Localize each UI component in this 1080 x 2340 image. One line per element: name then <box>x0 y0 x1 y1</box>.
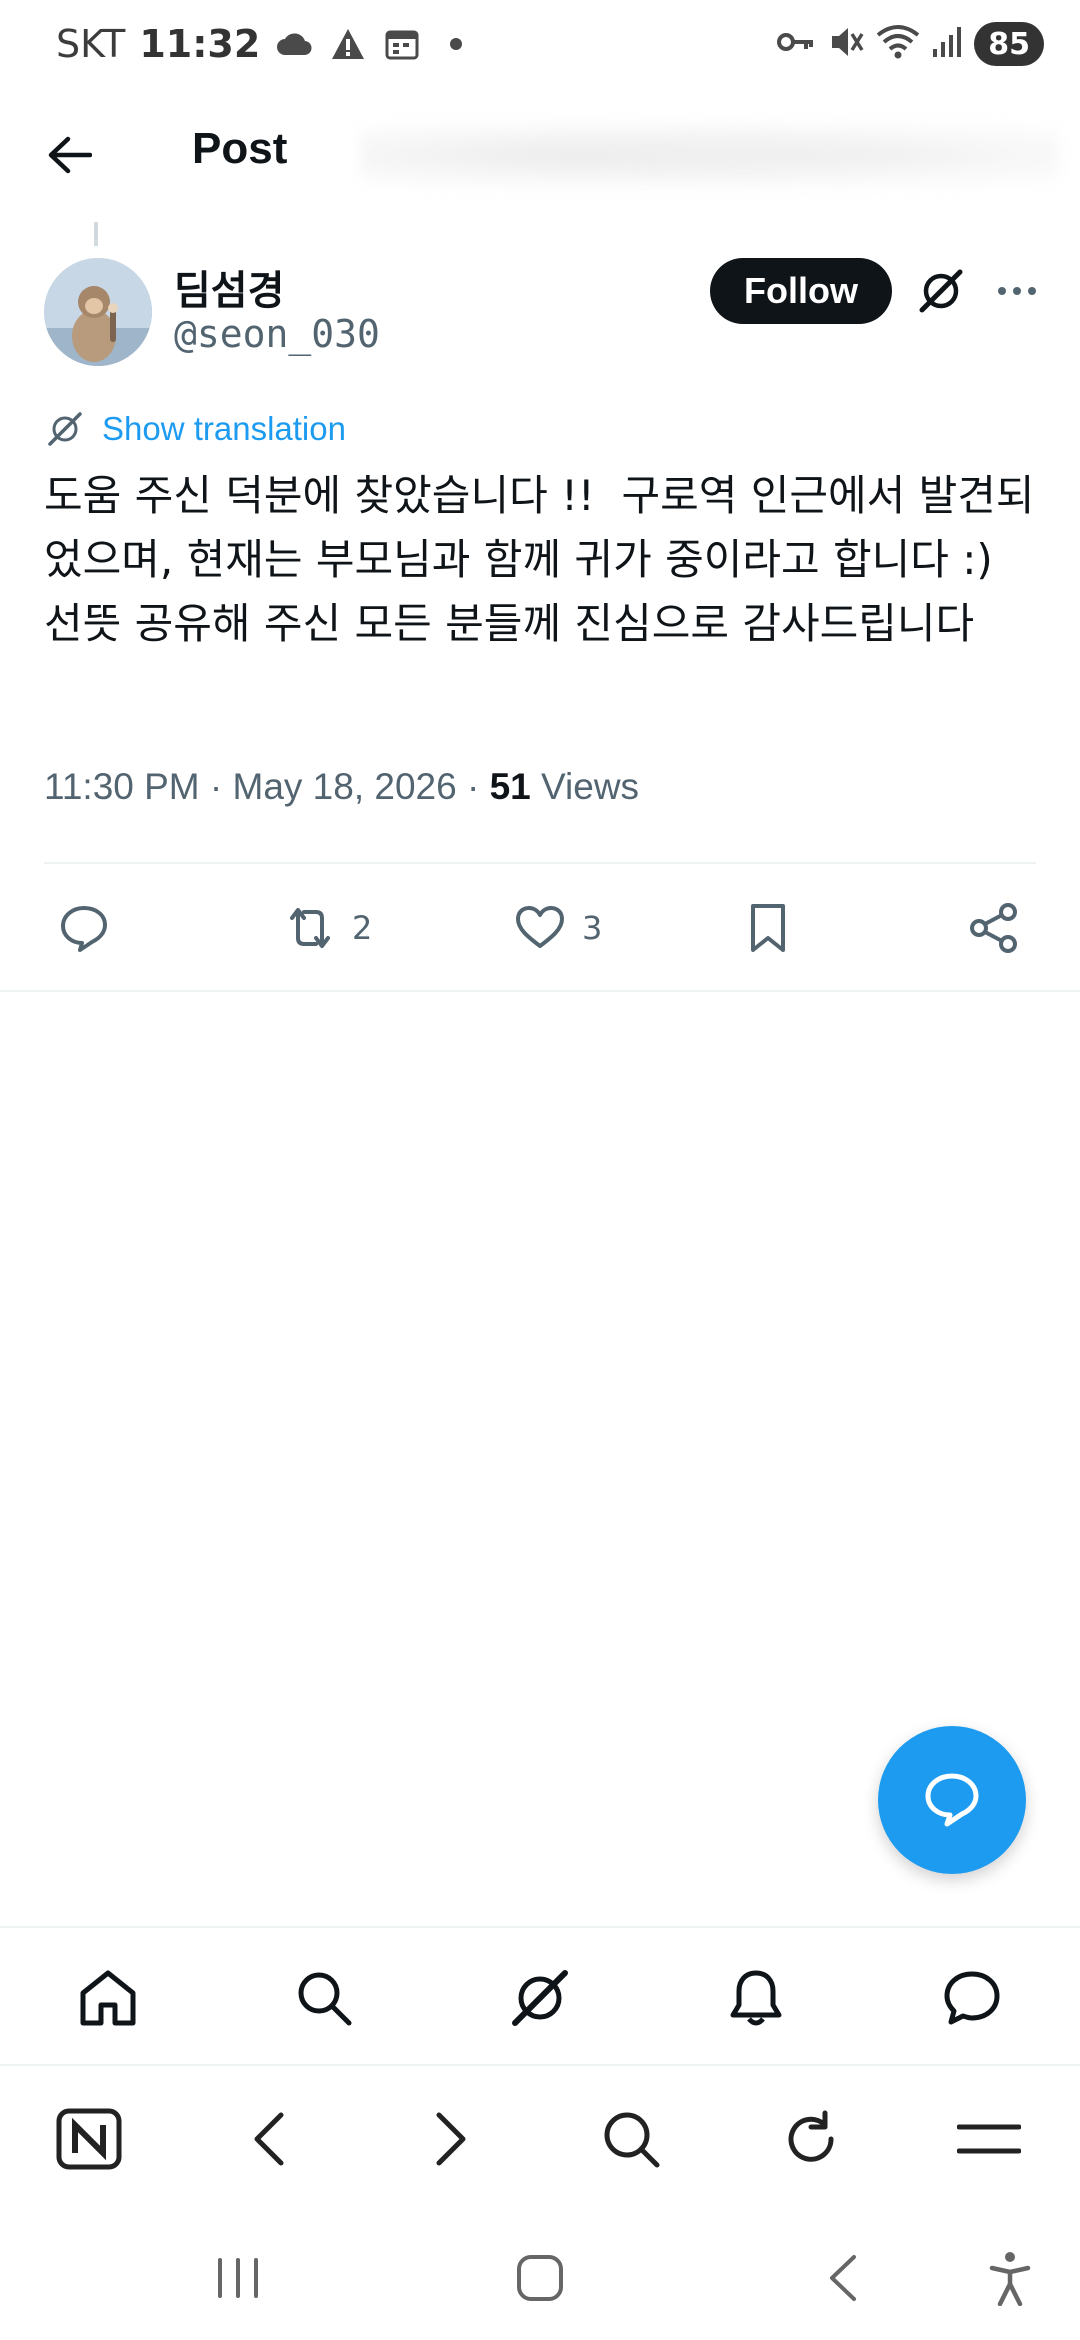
back-button[interactable] <box>36 122 102 188</box>
browser-back-button[interactable] <box>236 2106 302 2172</box>
system-navigation-bar <box>0 2208 1080 2340</box>
reply-button[interactable] <box>56 896 126 960</box>
dot-icon <box>436 24 476 64</box>
cloud-icon <box>274 24 314 64</box>
browser-forward-button[interactable] <box>418 2106 484 2172</box>
system-home-button[interactable] <box>510 2248 570 2308</box>
menu-icon <box>957 2124 1021 2154</box>
grok-icon <box>512 1970 568 2026</box>
recents-button[interactable] <box>208 2248 268 2308</box>
battery-indicator: 85 <box>974 22 1044 66</box>
share-icon <box>970 903 1017 953</box>
bottom-nav <box>0 1926 1080 2066</box>
post-timestamp: 11:30 PM · May 18, 2026 · <box>44 766 490 807</box>
divider <box>0 990 1080 992</box>
naver-icon <box>56 2108 122 2170</box>
compose-reply-fab[interactable] <box>878 1726 1026 1874</box>
heart-icon <box>516 906 564 948</box>
divider <box>44 862 1036 864</box>
nav-home[interactable] <box>76 1966 140 2030</box>
search-icon <box>298 1972 352 2026</box>
reply-icon <box>61 906 107 952</box>
nav-search[interactable] <box>292 1966 356 2030</box>
nav-notifications[interactable] <box>724 1966 788 2030</box>
home-square-icon <box>517 2255 563 2301</box>
repost-icon <box>290 908 330 948</box>
monkey-avatar-image <box>44 258 152 366</box>
search-icon <box>604 2112 660 2168</box>
warning-icon <box>328 24 368 64</box>
calendar-icon <box>382 24 422 64</box>
grok-icon <box>919 269 963 313</box>
browser-search-button[interactable] <box>598 2106 664 2172</box>
views-count: 51 <box>489 766 531 807</box>
header-blur-decoration <box>360 110 1060 200</box>
post-body-text: 도움 주신 덕분에 찾았습니다 !! 구로역 인근에서 발견되었으며, 현재는 … <box>44 471 1035 648</box>
signal-icon <box>932 25 962 63</box>
repost-button[interactable]: 2 <box>282 896 372 960</box>
wifi-icon <box>876 23 920 65</box>
carrier-label: SKT <box>56 22 126 66</box>
mute-icon <box>828 24 864 64</box>
key-icon <box>776 27 816 61</box>
nav-messages[interactable] <box>940 1966 1004 2030</box>
browser-toolbar <box>0 2068 1080 2208</box>
messages-icon <box>944 1971 1000 2025</box>
chevron-right-icon <box>436 2112 466 2166</box>
nav-grok[interactable] <box>508 1966 572 2030</box>
accessibility-button[interactable] <box>980 2248 1040 2308</box>
reply-plus-icon <box>925 1773 979 1827</box>
browser-reload-button[interactable] <box>778 2106 844 2172</box>
bookmark-button[interactable] <box>740 896 796 960</box>
browser-menu-button[interactable] <box>956 2106 1022 2172</box>
author-handle[interactable]: @seon_030 <box>174 312 380 356</box>
notifications-icon <box>730 1970 782 2026</box>
arrow-left-icon <box>48 136 92 174</box>
top-app-bar: Post <box>0 100 1080 210</box>
accessibility-icon <box>989 2252 1031 2306</box>
like-button[interactable]: 3 <box>512 896 602 960</box>
author-name[interactable]: 딤섬경 <box>174 258 284 316</box>
like-count: 3 <box>582 909 603 947</box>
status-right: 85 <box>776 22 1044 66</box>
thread-connector-line <box>94 222 98 246</box>
post-actions: 2 3 <box>0 880 1080 976</box>
avatar[interactable] <box>44 258 152 366</box>
reload-icon <box>788 2110 834 2162</box>
bookmark-icon <box>751 904 785 952</box>
share-button[interactable] <box>966 896 1022 960</box>
home-icon <box>80 1970 136 2026</box>
status-left: SKT 11:32 <box>56 22 476 66</box>
back-chevron-icon <box>830 2255 856 2301</box>
grok-button[interactable] <box>910 260 972 322</box>
views-label: Views <box>530 766 640 807</box>
status-bar: SKT 11:32 85 <box>0 0 1080 100</box>
repost-count: 2 <box>352 909 373 947</box>
grok-icon <box>48 412 82 446</box>
more-horizontal-icon <box>998 287 1036 295</box>
page-title: Post <box>192 124 288 173</box>
recents-icon <box>218 2258 258 2298</box>
show-translation-label: Show translation <box>102 410 346 447</box>
follow-button[interactable]: Follow <box>710 258 892 324</box>
post-meta: 11:30 PM · May 18, 2026 · 51 Views <box>44 766 639 808</box>
chevron-left-icon <box>254 2112 284 2166</box>
clock-time: 11:32 <box>139 22 261 66</box>
more-options-button[interactable] <box>986 260 1048 322</box>
system-back-button[interactable] <box>812 2248 872 2308</box>
show-translation-link[interactable]: Show translation <box>46 410 346 448</box>
naver-home-button[interactable] <box>56 2106 122 2172</box>
